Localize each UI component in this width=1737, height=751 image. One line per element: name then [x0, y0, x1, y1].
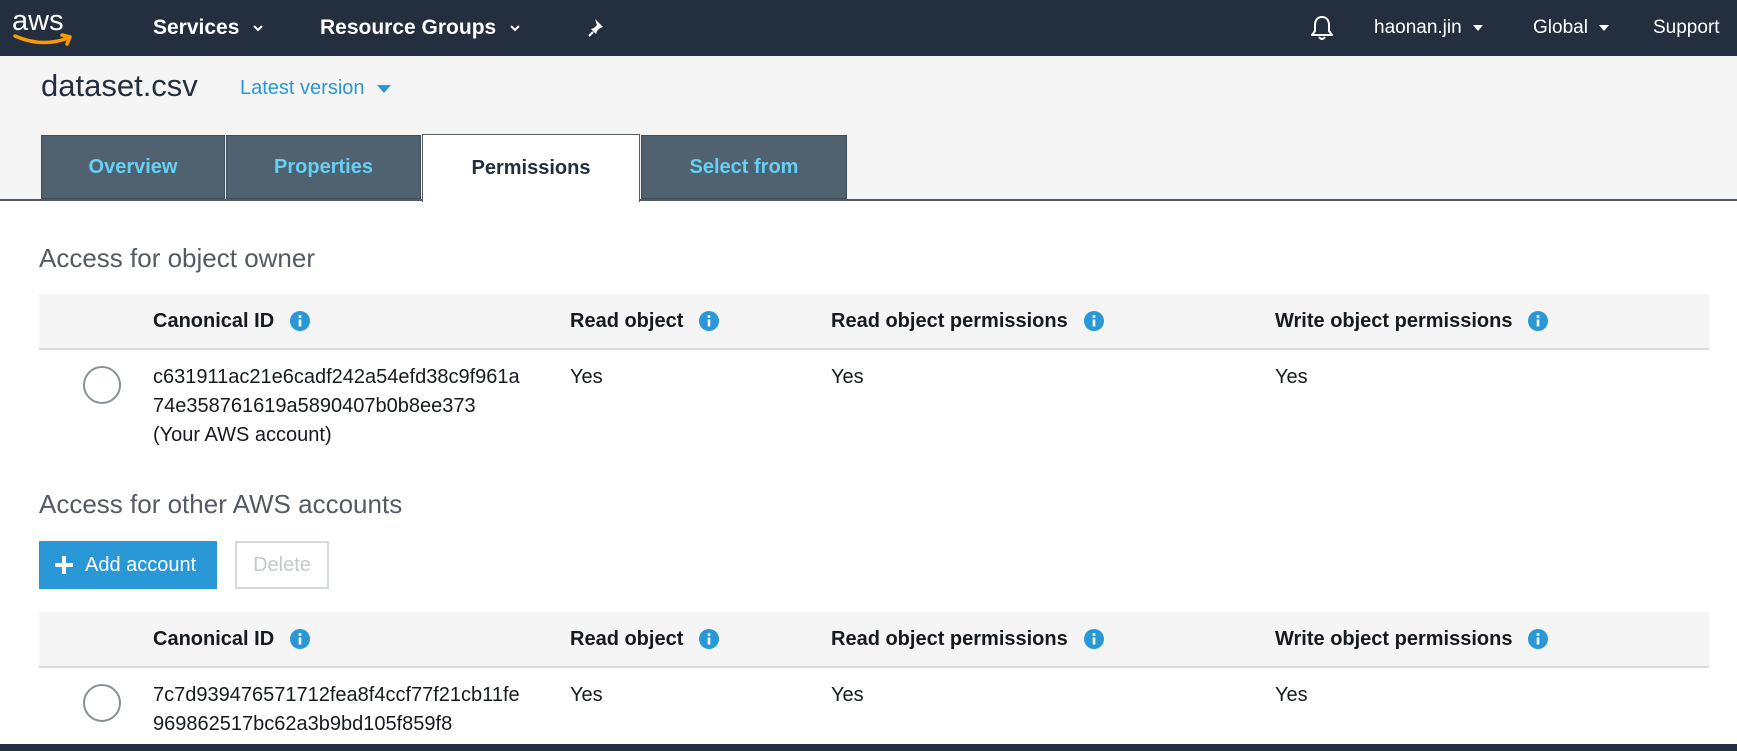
- user-name: haonan.jin: [1374, 17, 1462, 38]
- owner-section-title: Access for object owner: [39, 243, 316, 273]
- notifications-button[interactable]: [1309, 0, 1335, 56]
- owner-table-header: Canonical ID Read object Read object per…: [39, 294, 1709, 350]
- bottom-bar: [0, 744, 1737, 751]
- info-icon[interactable]: [290, 311, 311, 331]
- other-accounts-section-title: Access for other AWS accounts: [39, 489, 403, 519]
- column-header-read-object: Read object: [570, 294, 720, 348]
- info-icon[interactable]: [1528, 629, 1549, 649]
- column-label: Read object: [570, 309, 684, 332]
- tabs-divider: [0, 199, 1737, 201]
- tab-properties[interactable]: Properties: [226, 135, 421, 199]
- chevron-down-icon: [253, 25, 264, 32]
- info-icon[interactable]: [699, 629, 720, 649]
- tab-permissions[interactable]: Permissions: [422, 134, 640, 202]
- region-menu[interactable]: Global: [1533, 0, 1609, 56]
- canonical-id-cell: c631911ac21e6cadf242a54efd38c9f961a 74e3…: [153, 363, 520, 450]
- read-permissions-cell: Yes: [831, 684, 864, 706]
- info-icon[interactable]: [1528, 311, 1549, 331]
- info-icon[interactable]: [699, 311, 720, 331]
- region-label: Global: [1533, 17, 1588, 38]
- column-header-canonical-id: Canonical ID: [153, 612, 311, 666]
- row-select-radio[interactable]: [83, 684, 121, 722]
- plus-icon: [55, 556, 73, 574]
- write-permissions-cell: Yes: [1275, 684, 1308, 706]
- canonical-id-cell: 7c7d939476571712fea8f4ccf77f21cb11fe 969…: [153, 681, 520, 739]
- resource-groups-menu[interactable]: Resource Groups: [320, 0, 520, 56]
- row-select-radio[interactable]: [83, 366, 121, 404]
- column-label: Canonical ID: [153, 309, 275, 332]
- chevron-down-icon: [510, 25, 520, 32]
- info-icon[interactable]: [1083, 629, 1104, 649]
- column-header-read-permissions: Read object permissions: [831, 612, 1104, 666]
- column-header-canonical-id: Canonical ID: [153, 294, 311, 348]
- column-label: Canonical ID: [153, 627, 275, 650]
- column-header-read-permissions: Read object permissions: [831, 294, 1104, 348]
- aws-logo[interactable]: aws: [10, 4, 74, 48]
- support-menu[interactable]: Support: [1653, 0, 1720, 56]
- bell-icon: [1311, 16, 1333, 40]
- resource-groups-label: Resource Groups: [320, 16, 497, 39]
- read-permissions-cell: Yes: [831, 366, 864, 388]
- column-label: Read object: [570, 627, 684, 650]
- your-account-note: (Your AWS account): [153, 424, 332, 446]
- tab-select-from[interactable]: Select from: [641, 135, 847, 199]
- info-icon[interactable]: [290, 629, 311, 649]
- support-label: Support: [1653, 17, 1720, 38]
- canonical-id-line: 969862517bc62a3b9bd105f859f8: [153, 713, 453, 735]
- pin-button[interactable]: [586, 0, 608, 56]
- services-label: Services: [153, 16, 240, 39]
- read-object-cell: Yes: [570, 684, 603, 706]
- read-object-cell: Yes: [570, 366, 603, 388]
- add-account-label: Add account: [85, 553, 197, 576]
- caret-down-icon: [376, 84, 391, 93]
- column-header-write-permissions: Write object permissions: [1275, 294, 1549, 348]
- add-account-button[interactable]: Add account: [39, 541, 217, 589]
- column-header-read-object: Read object: [570, 612, 720, 666]
- aws-smile-icon: [13, 33, 72, 46]
- column-label: Read object permissions: [831, 309, 1068, 332]
- version-label: Latest version: [240, 77, 365, 99]
- version-selector[interactable]: Latest version: [240, 77, 391, 100]
- page-title: dataset.csv: [41, 68, 198, 103]
- column-label: Read object permissions: [831, 627, 1068, 650]
- column-label: Write object permissions: [1275, 309, 1513, 332]
- top-navigation-bar: aws Services Resource Groups haonan.jin …: [0, 0, 1737, 56]
- services-menu[interactable]: Services: [153, 0, 264, 56]
- caret-down-icon: [1472, 25, 1483, 31]
- pin-icon: [588, 19, 603, 37]
- other-accounts-table-header: Canonical ID Read object Read object per…: [39, 612, 1709, 668]
- user-menu[interactable]: haonan.jin: [1374, 0, 1483, 56]
- caret-down-icon: [1598, 25, 1609, 31]
- tab-overview[interactable]: Overview: [41, 135, 225, 199]
- delete-button[interactable]: Delete: [235, 541, 329, 589]
- canonical-id-line: 74e358761619a5890407b0b8ee373: [153, 395, 476, 417]
- canonical-id-line: c631911ac21e6cadf242a54efd38c9f961a: [153, 366, 520, 388]
- canonical-id-line: 7c7d939476571712fea8f4ccf77f21cb11fe: [153, 684, 520, 706]
- write-permissions-cell: Yes: [1275, 366, 1308, 388]
- info-icon[interactable]: [1083, 311, 1104, 331]
- column-label: Write object permissions: [1275, 627, 1513, 650]
- column-header-write-permissions: Write object permissions: [1275, 612, 1549, 666]
